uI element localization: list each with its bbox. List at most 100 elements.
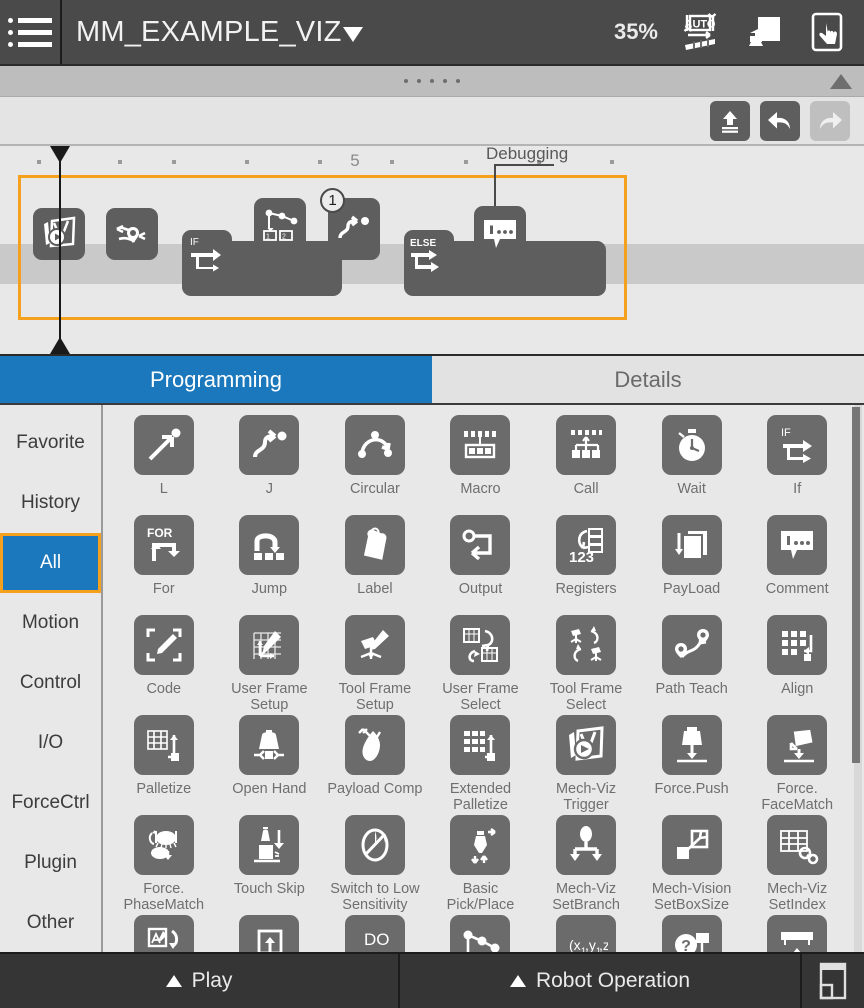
macro-icon xyxy=(450,415,511,475)
palette-item-path-teach[interactable]: Path Teach xyxy=(639,615,745,715)
palette-item-open-hand[interactable]: Open Hand xyxy=(217,715,323,815)
svg-text:,y: ,y xyxy=(585,937,596,952)
drag-handle-dots[interactable] xyxy=(404,79,460,83)
sidebar-item-other[interactable]: Other xyxy=(0,893,101,952)
palette-item-j[interactable]: J xyxy=(217,415,323,515)
palette-item-for[interactable]: FOR For xyxy=(111,515,217,615)
playhead-top-marker[interactable] xyxy=(50,146,70,163)
palette-item-vision-rotate-icon[interactable] xyxy=(111,915,217,952)
palette-item-mech-vision-setboxsize[interactable]: Mech-Vision SetBoxSize xyxy=(639,815,745,915)
palette-item-label: Mech-Viz SetIndex xyxy=(767,881,828,913)
playhead-line[interactable] xyxy=(59,148,61,354)
palette-item-comment[interactable]: Comment xyxy=(744,515,850,615)
sidebar-item-plugin[interactable]: Plugin xyxy=(0,833,101,893)
palette-item-help-popup-icon[interactable]: ? xyxy=(639,915,745,952)
palette-item-code[interactable]: Code xyxy=(111,615,217,715)
svg-text:1: 1 xyxy=(266,234,270,241)
caret-down-icon[interactable] xyxy=(342,26,363,42)
layout-panel-icon[interactable] xyxy=(802,954,864,1008)
comment-node[interactable] xyxy=(474,206,526,262)
palette-item-mech-viz-trigger[interactable]: Mech-Viz Trigger xyxy=(533,715,639,815)
tab-programming[interactable]: Programming xyxy=(0,356,432,403)
sidebar-item-motion[interactable]: Motion xyxy=(0,593,101,653)
sidebar-item-history[interactable]: History xyxy=(0,473,101,533)
palette-item-label: L xyxy=(159,481,168,497)
robot-operation-button[interactable]: Robot Operation xyxy=(400,954,802,1008)
instruction-palette[interactable]: L J Circular Macro Call Wait IF If FOR For Jump Lab… xyxy=(103,405,864,952)
palette-item-do-signal-icon[interactable]: DO xyxy=(322,915,428,952)
palette-item-label: Macro xyxy=(460,481,501,497)
align-icon xyxy=(767,615,828,675)
sidebar-item-forcectrl[interactable]: ForceCtrl xyxy=(0,773,101,833)
teach-pendant-icon[interactable] xyxy=(740,9,786,55)
sidebar-item-favorite[interactable]: Favorite xyxy=(0,413,101,473)
palette-item-payload[interactable]: PayLoad xyxy=(639,515,745,615)
palette-item-macro[interactable]: Macro xyxy=(428,415,534,515)
play-button[interactable]: Play xyxy=(0,954,400,1008)
palette-item-registers[interactable]: 123 Registers xyxy=(533,515,639,615)
panel-collapse-bar[interactable] xyxy=(0,66,864,97)
svg-text:2: 2 xyxy=(282,234,286,241)
palette-item-tool-frame-select[interactable]: Tool Frame Select xyxy=(533,615,639,715)
page-title[interactable]: MM_EXAMPLE_VIZ xyxy=(76,16,363,49)
palette-item-extended-palletize[interactable]: Extended Palletize xyxy=(428,715,534,815)
program-editor-panel: 5 Debugging IF 1 2 1 ELSE xyxy=(0,64,864,354)
palette-item-polyline-icon[interactable] xyxy=(428,915,534,952)
tab-details[interactable]: Details xyxy=(432,356,864,403)
palette-item-coordinates-icon[interactable]: (x 1 ,y 1 ,z xyxy=(533,915,639,952)
hamburger-menu-icon[interactable] xyxy=(0,0,62,64)
palette-item-circular[interactable]: Circular xyxy=(322,415,428,515)
set-branch-node[interactable]: 1 2 xyxy=(254,198,306,250)
palette-item-touch-skip[interactable]: Touch Skip xyxy=(217,815,323,915)
else-node[interactable]: ELSE xyxy=(404,230,454,280)
palette-item-force-facematch[interactable]: Force. FaceMatch xyxy=(744,715,850,815)
caret-up-icon[interactable] xyxy=(830,73,852,89)
palette-item-mech-viz-setindex[interactable]: Mech-Viz SetIndex xyxy=(744,815,850,915)
palette-item-mech-viz-setbranch[interactable]: Mech-Viz SetBranch xyxy=(533,815,639,915)
sidebar-item-all[interactable]: All xyxy=(0,533,101,593)
palette-item-user-frame-setup[interactable]: User Frame Setup xyxy=(217,615,323,715)
palette-item-basic-pick-place[interactable]: Basic Pick/Place xyxy=(428,815,534,915)
palette-item-label: Jump xyxy=(251,581,288,597)
palette-item-force-phasematch[interactable]: Force. PhaseMatch xyxy=(111,815,217,915)
auto-speed-icon[interactable]: AUTO xyxy=(676,9,722,55)
palette-item-user-frame-select[interactable]: User Frame Select xyxy=(428,615,534,715)
sidebar-item-control[interactable]: Control xyxy=(0,653,101,713)
palette-item-call[interactable]: Call xyxy=(533,415,639,515)
box-up-icon xyxy=(239,915,300,952)
program-toolbar xyxy=(0,97,864,146)
path-teach-node[interactable] xyxy=(106,208,158,260)
sidebar-item-label: History xyxy=(20,492,81,513)
if-node[interactable]: IF xyxy=(182,230,232,280)
palette-item-output[interactable]: Output xyxy=(428,515,534,615)
palette-item-force-push[interactable]: Force.Push xyxy=(639,715,745,815)
palette-scrollbar-track[interactable] xyxy=(852,405,862,952)
touch-hand-icon[interactable] xyxy=(804,9,850,55)
palette-item-align[interactable]: Align xyxy=(744,615,850,715)
program-timeline[interactable]: 5 Debugging IF 1 2 1 ELSE xyxy=(0,146,864,354)
palette-item-label: Align xyxy=(781,681,814,697)
palette-scrollbar-thumb[interactable] xyxy=(852,407,860,763)
sidebar-item-label: All xyxy=(39,552,62,573)
sidebar-item-io[interactable]: I/O xyxy=(0,713,101,773)
block-end-node[interactable] xyxy=(547,241,605,296)
palette-item-jump[interactable]: Jump xyxy=(217,515,323,615)
user-frame-select-icon xyxy=(450,615,511,675)
palette-item-switch-to-low-sensitivity[interactable]: Switch to Low Sensitivity xyxy=(322,815,428,915)
redo-button[interactable] xyxy=(810,100,850,141)
palette-item-l[interactable]: L xyxy=(111,415,217,515)
palette-item-payload-comp[interactable]: Payload Comp xyxy=(322,715,428,815)
palette-item-label[interactable]: Label xyxy=(322,515,428,615)
palette-item-wait[interactable]: Wait xyxy=(639,415,745,515)
export-button[interactable] xyxy=(710,100,750,141)
undo-button[interactable] xyxy=(760,100,800,141)
vision-rotate-icon xyxy=(133,915,194,952)
palette-item-box-up-icon[interactable] xyxy=(217,915,323,952)
playhead-bottom-marker[interactable] xyxy=(50,337,70,354)
palette-item-conveyor-icon[interactable] xyxy=(744,915,850,952)
palette-item-label: Comment xyxy=(765,581,829,597)
palette-item-tool-frame-setup[interactable]: Tool Frame Setup xyxy=(322,615,428,715)
palette-item-palletize[interactable]: Palletize xyxy=(111,715,217,815)
palette-item-if[interactable]: IF If xyxy=(744,415,850,515)
annotation-label: Debugging xyxy=(486,146,569,163)
